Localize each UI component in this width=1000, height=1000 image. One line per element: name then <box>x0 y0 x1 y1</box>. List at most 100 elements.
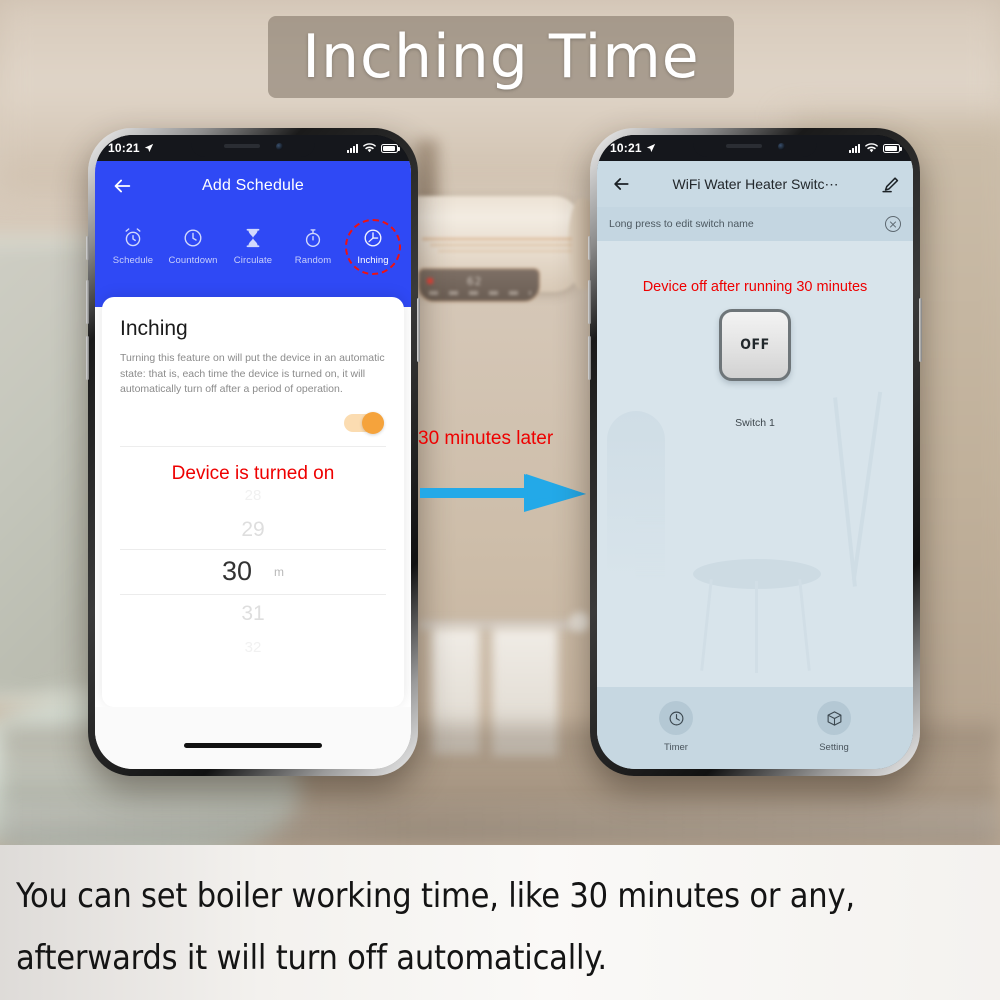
clock-icon <box>184 229 202 247</box>
status-bar-left: 10:21 <box>108 141 154 155</box>
caption-line-1: You can set boiler working time, like 30… <box>16 876 855 916</box>
heater-panel-buttons <box>429 291 531 295</box>
status-bar-time: 10:21 <box>108 141 140 155</box>
right-app-screen: WiFi Water Heater Switc⋯ Long press to e… <box>597 161 913 769</box>
right-phone-screen: 10:21 WiFi Water Heater Switc⋯ Long pres… <box>597 135 913 769</box>
mute-switch[interactable] <box>588 236 591 260</box>
inching-toggle-row <box>120 398 386 446</box>
mute-switch[interactable] <box>86 236 89 260</box>
volume-down-button[interactable] <box>86 336 89 380</box>
ghost-stool-leg <box>798 579 811 671</box>
promo-image: 62 Inching Time 10:21 Add Schedule Sched… <box>0 0 1000 1000</box>
status-bar-left: 10:21 <box>610 141 656 155</box>
volume-up-button[interactable] <box>86 280 89 324</box>
switch-name-label: Switch 1 <box>735 417 775 429</box>
duration-picker[interactable]: 28 29 30 m 31 32 <box>120 481 386 663</box>
picker-selected-value: 30 <box>221 556 253 587</box>
add-schedule-app: Add Schedule Schedule Countdown Circulat… <box>95 161 411 769</box>
nav-bar: Add Schedule <box>95 161 411 211</box>
left-phone-screen: 10:21 Add Schedule Schedule Countdown Ci… <box>95 135 411 769</box>
tab-label: Schedule <box>112 255 154 266</box>
sheet-description: Turning this feature on will put the dev… <box>120 352 385 396</box>
home-indicator[interactable] <box>184 742 322 748</box>
caption-line-2: afterwards it will turn off automaticall… <box>16 938 607 978</box>
picker-option[interactable]: 31 <box>120 595 386 633</box>
heater-stripe <box>430 244 572 246</box>
location-arrow-icon <box>646 143 655 153</box>
picker-option[interactable]: 29 <box>120 511 386 549</box>
water-heater-display-panel: 62 <box>418 268 540 302</box>
status-bar-right <box>347 143 400 153</box>
volume-up-button[interactable] <box>588 280 591 324</box>
ghost-stool-leg <box>700 579 713 671</box>
status-bar-right <box>849 143 902 153</box>
tab-inching[interactable]: Inching <box>343 218 403 275</box>
switch-button-area: OFF <box>597 309 913 381</box>
back-arrow-icon[interactable] <box>611 174 631 194</box>
transition-arrow <box>420 462 590 518</box>
tab-label: Circulate <box>233 255 273 266</box>
status-bar-time: 10:21 <box>610 141 642 155</box>
close-circle-icon[interactable] <box>885 216 901 232</box>
inching-toggle[interactable] <box>344 411 384 434</box>
clock-icon <box>659 701 693 735</box>
tab-random[interactable]: Random <box>283 223 343 270</box>
tab-label: Countdown <box>168 255 218 266</box>
battery-icon <box>381 143 400 153</box>
tab-label: Random <box>294 255 332 266</box>
picker-option[interactable]: 28 <box>120 481 386 511</box>
back-arrow-icon[interactable] <box>111 175 133 197</box>
hint-text: Long press to edit switch name <box>609 218 754 230</box>
switch-toggle-button[interactable]: OFF <box>719 309 791 381</box>
pencil-icon[interactable] <box>880 175 899 194</box>
transition-note: 30 minutes later <box>418 428 554 449</box>
sheet-title: Inching <box>120 317 188 340</box>
switch-state-label: OFF <box>740 337 770 353</box>
volume-down-button[interactable] <box>588 336 591 380</box>
alarm-clock-icon <box>125 228 141 247</box>
power-button[interactable] <box>919 298 922 362</box>
wifi-icon <box>865 143 878 153</box>
power-led <box>427 278 433 284</box>
home-indicator-area <box>95 707 411 769</box>
location-arrow-icon <box>144 143 153 153</box>
switch-control-app: WiFi Water Heater Switc⋯ Long press to e… <box>597 161 913 769</box>
title-banner: Inching Time <box>268 16 734 98</box>
cube-icon <box>817 701 851 735</box>
signal-bars-icon <box>849 143 860 153</box>
notch <box>191 135 315 157</box>
tab-countdown[interactable]: Countdown <box>163 223 223 270</box>
towel-rail-knob <box>570 612 590 632</box>
page-title: Inching Time <box>302 22 700 92</box>
heater-stripe <box>438 250 572 252</box>
toggle-knob <box>362 411 384 434</box>
wifi-icon <box>363 143 376 153</box>
earpiece-speaker <box>223 144 260 148</box>
heater-temperature-readout: 62 <box>467 275 483 288</box>
tab-schedule[interactable]: Schedule <box>103 223 163 270</box>
power-button[interactable] <box>417 298 420 362</box>
schedule-type-tabs: Schedule Countdown Circulate Random Inch… <box>95 211 411 275</box>
tab-label: Inching <box>357 255 389 266</box>
water-heater: 62 <box>404 196 602 316</box>
nav-item-setting[interactable]: Setting <box>817 701 851 753</box>
front-camera-icon <box>275 142 283 150</box>
notch <box>693 135 817 157</box>
picker-option[interactable]: 32 <box>120 633 386 663</box>
right-phone-mockup: 10:21 WiFi Water Heater Switc⋯ Long pres… <box>588 128 922 776</box>
battery-icon <box>883 143 902 153</box>
nav-item-timer[interactable]: Timer <box>659 701 693 753</box>
front-camera-icon <box>777 142 785 150</box>
ghost-stool-leg <box>755 581 758 673</box>
device-name-title: WiFi Water Heater Switc⋯ <box>672 175 839 192</box>
signal-bars-icon <box>347 143 358 153</box>
hint-bar: Long press to edit switch name <box>597 207 913 241</box>
earpiece-speaker <box>725 144 762 148</box>
app-header: Add Schedule Schedule Countdown Circulat… <box>95 161 411 307</box>
left-phone-mockup: 10:21 Add Schedule Schedule Countdown Ci… <box>86 128 420 776</box>
picker-selected-row[interactable]: 30 m <box>120 548 386 595</box>
right-arrow-icon <box>420 474 586 512</box>
floor-reflection <box>0 802 1000 842</box>
tab-circulate[interactable]: Circulate <box>223 223 283 270</box>
heater-stripe <box>422 238 572 240</box>
